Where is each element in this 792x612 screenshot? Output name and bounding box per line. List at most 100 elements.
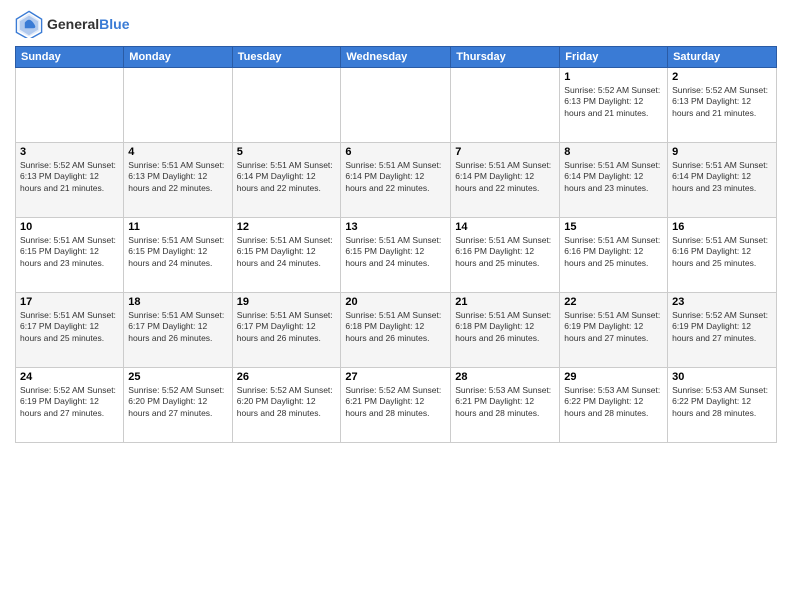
day-number: 25 [128, 371, 227, 383]
weekday-header: Tuesday [232, 47, 341, 68]
day-info: Sunrise: 5:51 AM Sunset: 6:19 PM Dayligh… [564, 310, 663, 344]
calendar-cell [16, 68, 124, 143]
day-number: 16 [672, 221, 772, 233]
day-info: Sunrise: 5:52 AM Sunset: 6:13 PM Dayligh… [564, 85, 663, 119]
calendar-cell: 19 Sunrise: 5:51 AM Sunset: 6:17 PM Dayli… [232, 293, 341, 368]
logo: GeneralBlue [15, 10, 129, 38]
calendar-cell: 14 Sunrise: 5:51 AM Sunset: 6:16 PM Dayli… [451, 218, 560, 293]
day-number: 11 [128, 221, 227, 233]
day-info: Sunrise: 5:51 AM Sunset: 6:15 PM Dayligh… [237, 235, 337, 269]
calendar-cell: 1 Sunrise: 5:52 AM Sunset: 6:13 PM Daylig… [560, 68, 668, 143]
calendar-cell [341, 68, 451, 143]
day-number: 4 [128, 146, 227, 158]
weekday-header: Monday [124, 47, 232, 68]
calendar-cell: 12 Sunrise: 5:51 AM Sunset: 6:15 PM Dayli… [232, 218, 341, 293]
logo-icon [15, 10, 43, 38]
calendar: SundayMondayTuesdayWednesdayThursdayFrid… [15, 46, 777, 443]
day-info: Sunrise: 5:52 AM Sunset: 6:20 PM Dayligh… [237, 385, 337, 419]
day-number: 5 [237, 146, 337, 158]
day-info: Sunrise: 5:51 AM Sunset: 6:15 PM Dayligh… [128, 235, 227, 269]
day-info: Sunrise: 5:51 AM Sunset: 6:17 PM Dayligh… [128, 310, 227, 344]
day-number: 1 [564, 71, 663, 83]
day-info: Sunrise: 5:51 AM Sunset: 6:16 PM Dayligh… [564, 235, 663, 269]
day-info: Sunrise: 5:51 AM Sunset: 6:15 PM Dayligh… [345, 235, 446, 269]
weekday-header: Sunday [16, 47, 124, 68]
day-info: Sunrise: 5:52 AM Sunset: 6:13 PM Dayligh… [672, 85, 772, 119]
day-info: Sunrise: 5:52 AM Sunset: 6:13 PM Dayligh… [20, 160, 119, 194]
calendar-cell: 5 Sunrise: 5:51 AM Sunset: 6:14 PM Daylig… [232, 143, 341, 218]
day-number: 12 [237, 221, 337, 233]
calendar-cell: 13 Sunrise: 5:51 AM Sunset: 6:15 PM Dayli… [341, 218, 451, 293]
day-info: Sunrise: 5:51 AM Sunset: 6:14 PM Dayligh… [237, 160, 337, 194]
weekday-header: Thursday [451, 47, 560, 68]
day-number: 7 [455, 146, 555, 158]
calendar-cell: 26 Sunrise: 5:52 AM Sunset: 6:20 PM Dayli… [232, 368, 341, 443]
calendar-cell: 29Sunrise: 5:53 AM Sunset: 6:22 PM Dayli… [560, 368, 668, 443]
calendar-cell: 6 Sunrise: 5:51 AM Sunset: 6:14 PM Daylig… [341, 143, 451, 218]
calendar-cell: 3 Sunrise: 5:52 AM Sunset: 6:13 PM Daylig… [16, 143, 124, 218]
calendar-cell: 10 Sunrise: 5:51 AM Sunset: 6:15 PM Dayli… [16, 218, 124, 293]
day-number: 17 [20, 296, 119, 308]
calendar-cell: 15 Sunrise: 5:51 AM Sunset: 6:16 PM Dayli… [560, 218, 668, 293]
calendar-cell: 20 Sunrise: 5:51 AM Sunset: 6:18 PM Dayli… [341, 293, 451, 368]
day-number: 10 [20, 221, 119, 233]
day-number: 9 [672, 146, 772, 158]
calendar-cell: 21 Sunrise: 5:51 AM Sunset: 6:18 PM Dayli… [451, 293, 560, 368]
day-info: Sunrise: 5:51 AM Sunset: 6:18 PM Dayligh… [455, 310, 555, 344]
calendar-cell: 18 Sunrise: 5:51 AM Sunset: 6:17 PM Dayli… [124, 293, 232, 368]
calendar-cell: 24 Sunrise: 5:52 AM Sunset: 6:19 PM Dayli… [16, 368, 124, 443]
day-number: 19 [237, 296, 337, 308]
calendar-cell: 2 Sunrise: 5:52 AM Sunset: 6:13 PM Daylig… [668, 68, 777, 143]
day-info: Sunrise: 5:51 AM Sunset: 6:16 PM Dayligh… [455, 235, 555, 269]
calendar-cell: 22 Sunrise: 5:51 AM Sunset: 6:19 PM Dayli… [560, 293, 668, 368]
day-number: 24 [20, 371, 119, 383]
day-info: Sunrise: 5:51 AM Sunset: 6:17 PM Dayligh… [20, 310, 119, 344]
day-number: 27 [345, 371, 446, 383]
day-number: 21 [455, 296, 555, 308]
day-number: 30 [672, 371, 772, 383]
page: GeneralBlue SundayMondayTuesdayWednesday… [0, 0, 792, 612]
day-info: Sunrise: 5:51 AM Sunset: 6:18 PM Dayligh… [345, 310, 446, 344]
day-info: Sunrise: 5:53 AM Sunset: 6:21 PM Dayligh… [455, 385, 555, 419]
day-number: 3 [20, 146, 119, 158]
day-info: Sunrise: 5:51 AM Sunset: 6:17 PM Dayligh… [237, 310, 337, 344]
day-number: 22 [564, 296, 663, 308]
calendar-cell: 9 Sunrise: 5:51 AM Sunset: 6:14 PM Daylig… [668, 143, 777, 218]
calendar-cell: 16Sunrise: 5:51 AM Sunset: 6:16 PM Dayli… [668, 218, 777, 293]
day-number: 6 [345, 146, 446, 158]
calendar-cell: 4 Sunrise: 5:51 AM Sunset: 6:13 PM Daylig… [124, 143, 232, 218]
day-info: Sunrise: 5:53 AM Sunset: 6:22 PM Dayligh… [672, 385, 772, 419]
calendar-cell: 27 Sunrise: 5:52 AM Sunset: 6:21 PM Dayli… [341, 368, 451, 443]
weekday-header: Friday [560, 47, 668, 68]
day-info: Sunrise: 5:52 AM Sunset: 6:19 PM Dayligh… [672, 310, 772, 344]
day-info: Sunrise: 5:51 AM Sunset: 6:14 PM Dayligh… [455, 160, 555, 194]
calendar-cell: 11 Sunrise: 5:51 AM Sunset: 6:15 PM Dayli… [124, 218, 232, 293]
day-info: Sunrise: 5:52 AM Sunset: 6:21 PM Dayligh… [345, 385, 446, 419]
calendar-cell: 25 Sunrise: 5:52 AM Sunset: 6:20 PM Dayli… [124, 368, 232, 443]
day-info: Sunrise: 5:51 AM Sunset: 6:13 PM Dayligh… [128, 160, 227, 194]
day-number: 26 [237, 371, 337, 383]
day-number: 28 [455, 371, 555, 383]
calendar-cell [232, 68, 341, 143]
calendar-cell: 28 Sunrise: 5:53 AM Sunset: 6:21 PM Dayli… [451, 368, 560, 443]
calendar-cell [124, 68, 232, 143]
day-info: Sunrise: 5:52 AM Sunset: 6:20 PM Dayligh… [128, 385, 227, 419]
day-number: 2 [672, 71, 772, 83]
header: GeneralBlue [15, 10, 777, 38]
day-info: Sunrise: 5:51 AM Sunset: 6:15 PM Dayligh… [20, 235, 119, 269]
weekday-header: Saturday [668, 47, 777, 68]
day-number: 15 [564, 221, 663, 233]
calendar-cell: 23 Sunrise: 5:52 AM Sunset: 6:19 PM Dayli… [668, 293, 777, 368]
day-info: Sunrise: 5:52 AM Sunset: 6:19 PM Dayligh… [20, 385, 119, 419]
calendar-cell: 7 Sunrise: 5:51 AM Sunset: 6:14 PM Daylig… [451, 143, 560, 218]
day-number: 8 [564, 146, 663, 158]
day-info: Sunrise: 5:51 AM Sunset: 6:14 PM Dayligh… [564, 160, 663, 194]
day-info: Sunrise: 5:51 AM Sunset: 6:14 PM Dayligh… [672, 160, 772, 194]
day-number: 18 [128, 296, 227, 308]
day-info: Sunrise: 5:51 AM Sunset: 6:14 PM Dayligh… [345, 160, 446, 194]
day-number: 13 [345, 221, 446, 233]
day-number: 29 [564, 371, 663, 383]
day-number: 23 [672, 296, 772, 308]
day-number: 20 [345, 296, 446, 308]
day-number: 14 [455, 221, 555, 233]
